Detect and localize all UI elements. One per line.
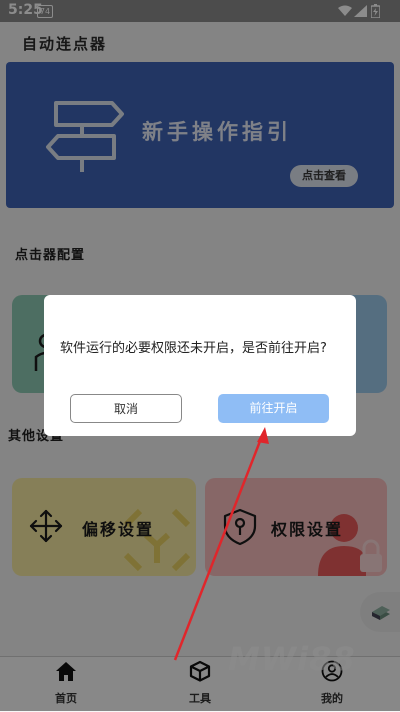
cancel-button[interactable]: 取消 xyxy=(70,394,182,423)
dialog-message: 软件运行的必要权限还未开启，是否前往开启? xyxy=(60,341,327,356)
go-enable-button[interactable]: 前往开启 xyxy=(218,394,329,423)
